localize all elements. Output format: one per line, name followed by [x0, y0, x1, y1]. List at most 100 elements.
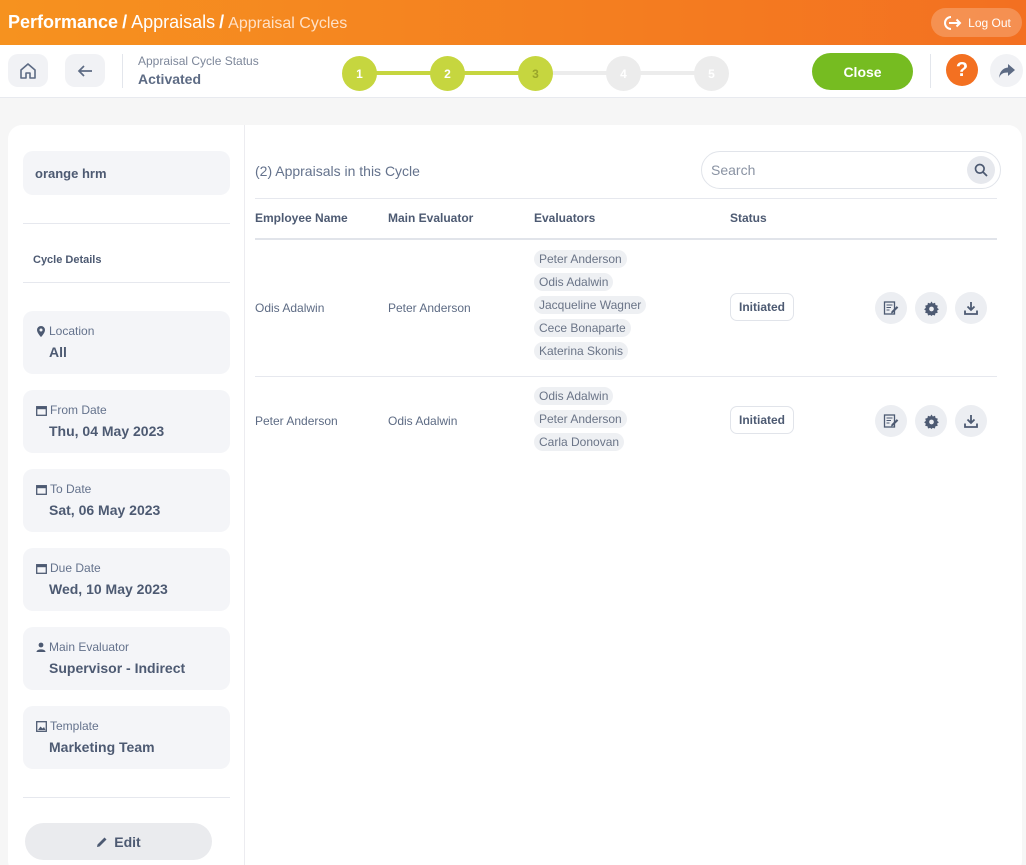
close-button[interactable]: Close	[812, 53, 913, 90]
detail-label: Template	[50, 719, 99, 733]
download-icon	[964, 415, 978, 428]
detail-from-date: From Date Thu, 04 May 2023	[23, 390, 230, 453]
divider	[930, 54, 931, 88]
status-badge: Initiated	[730, 293, 794, 321]
search-icon	[974, 163, 988, 177]
home-icon	[20, 62, 36, 79]
breadcrumb-section[interactable]: Appraisals	[131, 12, 215, 32]
column-header-main-evaluator: Main Evaluator	[388, 211, 474, 225]
divider	[255, 198, 997, 199]
column-header-status: Status	[730, 211, 767, 225]
breadcrumb-module[interactable]: Performance	[8, 12, 118, 32]
breadcrumb-page: Appraisal Cycles	[228, 15, 348, 32]
evaluator-chip: Katerina Skonis	[534, 342, 629, 360]
edit-document-icon	[883, 414, 899, 428]
edit-button[interactable]: Edit	[25, 823, 212, 860]
cycle-status-value: Activated	[138, 71, 202, 87]
divider	[23, 223, 230, 224]
settings-button[interactable]	[915, 292, 947, 324]
evaluate-button[interactable]	[875, 292, 907, 324]
breadcrumb: Performance / Appraisals / Appraisal Cycles	[8, 12, 347, 33]
top-header: Performance / Appraisals / Appraisal Cycles …	[0, 0, 1026, 45]
step-4: 4	[606, 56, 641, 91]
breadcrumb-separator: /	[122, 12, 128, 32]
column-header-employee: Employee Name	[255, 211, 348, 225]
breadcrumb-separator: /	[219, 12, 225, 32]
evaluator-chip: Odis Adalwin	[534, 387, 614, 405]
calendar-icon	[36, 563, 47, 574]
row-divider	[255, 376, 997, 377]
detail-location: Location All	[23, 311, 230, 374]
evaluator-chip: Peter Anderson	[534, 410, 627, 428]
divider	[23, 797, 230, 798]
edit-document-icon	[883, 301, 899, 315]
employee-name: Odis Adalwin	[255, 301, 325, 315]
detail-value: All	[49, 344, 67, 360]
logout-icon	[944, 15, 962, 30]
download-button[interactable]	[955, 405, 987, 437]
image-icon	[36, 720, 47, 732]
search-button[interactable]	[967, 156, 995, 184]
step-3: 3	[518, 56, 553, 91]
edit-label: Edit	[114, 833, 141, 850]
column-header-evaluators: Evaluators	[534, 211, 596, 225]
detail-label: To Date	[50, 482, 92, 496]
evaluate-button[interactable]	[875, 405, 907, 437]
share-button[interactable]	[990, 54, 1023, 87]
detail-label: From Date	[50, 403, 107, 417]
main-evaluator-name: Peter Anderson	[388, 301, 471, 315]
map-pin-icon	[37, 325, 45, 337]
home-button[interactable]	[8, 54, 48, 87]
detail-due-date: Due Date Wed, 10 May 2023	[23, 548, 230, 611]
appraisals-count-heading: (2) Appraisals in this Cycle	[255, 163, 420, 179]
cycle-details-title: Cycle Details	[33, 254, 102, 266]
download-icon	[964, 302, 978, 315]
table-header-divider	[255, 238, 997, 240]
step-1: 1	[342, 56, 377, 91]
divider	[122, 54, 123, 88]
divider	[23, 282, 230, 283]
calendar-icon	[36, 484, 47, 495]
detail-template: Template Marketing Team	[23, 706, 230, 769]
search-box	[701, 151, 1001, 189]
pencil-icon	[97, 837, 107, 847]
detail-value: Marketing Team	[49, 739, 155, 755]
back-button[interactable]	[65, 54, 105, 87]
evaluator-chip: Cece Bonaparte	[534, 319, 631, 337]
help-button[interactable]: ?	[946, 54, 978, 86]
step-2: 2	[430, 56, 465, 91]
evaluator-chip: Peter Anderson	[534, 250, 627, 268]
download-button[interactable]	[955, 292, 987, 324]
main-evaluator-name: Odis Adalwin	[388, 414, 458, 428]
detail-label: Due Date	[50, 561, 101, 575]
logout-button[interactable]: Log Out	[931, 8, 1022, 37]
cycle-status: Appraisal Cycle Status Activated	[138, 54, 259, 87]
step-5: 5	[694, 56, 729, 91]
person-icon	[36, 642, 46, 652]
evaluator-chip: Carla Donovan	[534, 433, 625, 451]
detail-value: Sat, 06 May 2023	[49, 502, 161, 518]
logout-label: Log Out	[968, 15, 1011, 30]
settings-button[interactable]	[915, 405, 947, 437]
status-badge: Initiated	[730, 406, 794, 434]
sub-header: Appraisal Cycle Status Activated 1 2 3 4…	[0, 45, 1026, 98]
detail-label: Location	[49, 324, 95, 338]
gear-icon	[923, 300, 939, 316]
detail-main-evaluator: Main Evaluator Supervisor - Indirect	[23, 627, 230, 690]
appraisal-cycle-card: orange hrm Cycle Details Location All Fr…	[8, 125, 1022, 865]
share-icon	[998, 63, 1015, 78]
evaluator-chip: Jacqueline Wagner	[534, 296, 647, 314]
detail-value: Wed, 10 May 2023	[49, 581, 168, 597]
calendar-icon	[36, 405, 47, 416]
gear-icon	[923, 413, 939, 429]
evaluator-chip: Odis Adalwin	[534, 273, 614, 291]
help-icon: ?	[955, 58, 969, 81]
cycle-stepper: 1 2 3 4 5	[342, 56, 730, 91]
cycle-sidebar: orange hrm Cycle Details Location All Fr…	[8, 125, 245, 865]
employee-name: Peter Anderson	[255, 414, 338, 428]
cycle-status-label: Appraisal Cycle Status	[138, 54, 259, 68]
organization-name: orange hrm	[23, 151, 230, 195]
search-input[interactable]	[711, 160, 961, 180]
detail-to-date: To Date Sat, 06 May 2023	[23, 469, 230, 532]
arrow-left-icon	[77, 64, 92, 77]
